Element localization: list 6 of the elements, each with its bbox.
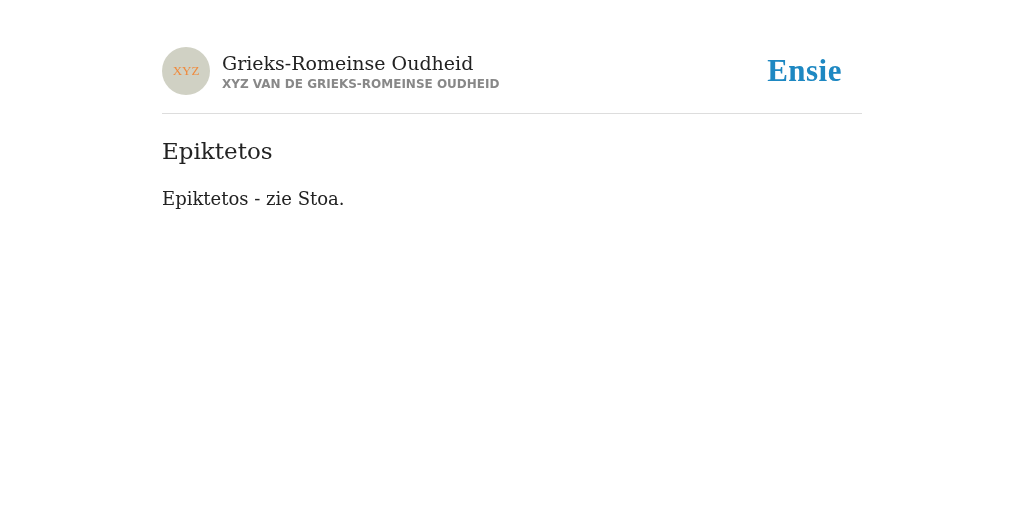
avatar-initials: XYZ <box>172 63 200 79</box>
site-title[interactable]: Grieks-Romeinse Oudheid <box>222 51 756 74</box>
article-title: Epiktetos <box>162 138 274 164</box>
logo[interactable]: Ensie <box>767 53 842 89</box>
site-subtitle: XYZ VAN DE GRIEKS-ROMEINSE OUDHEID <box>222 76 501 91</box>
article-body: Epiktetos - zie Stoa. <box>162 188 346 209</box>
